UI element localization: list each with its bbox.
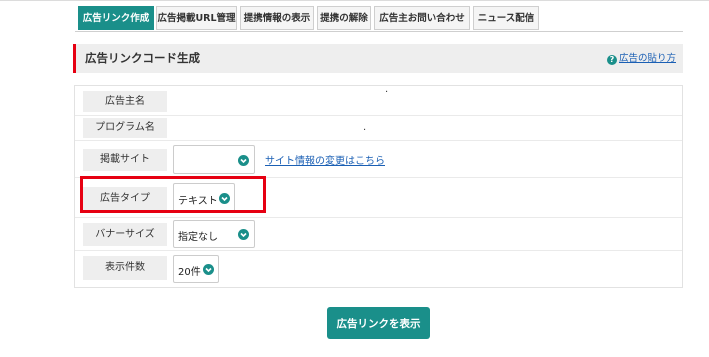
tab-advertiser-inquiry[interactable]: 広告主お問い合わせ [374,6,470,30]
ad-type-label: 広告タイプ [83,187,167,210]
form-row-banner-size: バナーサイズ 指定なし [75,218,682,251]
ad-link-form: 広告主名 . プログラム名 . 掲載サイト サイト情報の変更はこちら 広告タイプ… [74,84,683,288]
site-change-link[interactable]: サイト情報の変更はこちら [265,152,385,167]
form-row-site: 掲載サイト サイト情報の変更はこちら [75,141,682,178]
tab-partnership-info[interactable]: 提携情報の表示 [240,6,314,30]
section-header: 広告リンクコード生成 ? 広告の貼り方 [73,44,683,73]
tab-news-delivery[interactable]: ニュース配信 [473,6,539,30]
banner-size-select-value: 指定なし [178,232,218,243]
form-row-ad-type: 広告タイプ テキスト [75,178,682,218]
form-row-advertiser: 広告主名 . [75,84,682,116]
tab-underline [75,31,683,32]
site-label: 掲載サイト [83,149,167,171]
banner-size-select[interactable]: 指定なし [173,220,255,248]
form-row-display-count: 表示件数 20件 [75,251,682,287]
advertiser-value: . [385,84,389,95]
tab-ad-url-manage[interactable]: 広告掲載URL管理 [156,6,237,30]
advertiser-label: 広告主名 [83,91,167,112]
tab-ad-link-create[interactable]: 広告リンク作成 [78,6,154,30]
tab-partnership-cancel[interactable]: 提携の解除 [317,6,371,30]
program-label: プログラム名 [83,118,167,138]
form-row-program: プログラム名 . [75,116,682,141]
help-link[interactable]: ? 広告の貼り方 [606,44,676,73]
section-accent-bar [73,44,76,73]
chevron-down-icon [219,193,230,204]
display-count-label: 表示件数 [83,256,167,280]
show-ad-link-button[interactable]: 広告リンクを表示 [327,307,430,339]
program-value: . [363,122,367,133]
chevron-down-icon [238,155,249,166]
site-select[interactable] [173,145,255,174]
display-count-select-value: 20件 [178,267,201,278]
display-count-select[interactable]: 20件 [173,255,219,283]
ad-type-select[interactable]: テキスト [173,183,235,212]
top-border [0,0,709,1]
chevron-down-icon [203,264,214,275]
section-title: 広告リンクコード生成 [85,51,200,65]
banner-size-label: バナーサイズ [83,223,167,246]
chevron-down-icon [238,229,249,240]
ad-type-select-value: テキスト [178,196,218,207]
help-link-label: 広告の貼り方 [618,53,676,64]
question-circle-icon: ? [606,55,617,65]
